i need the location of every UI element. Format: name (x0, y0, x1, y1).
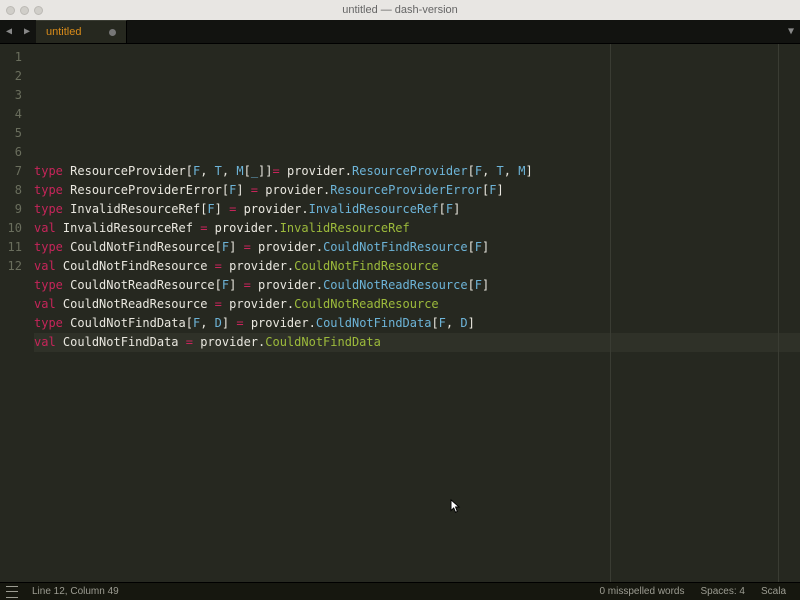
gutter-line: 1 (0, 48, 22, 67)
tab-untitled[interactable]: untitled (36, 20, 127, 43)
code-area[interactable]: type ResourceProvider[F, T, M[_]]= provi… (28, 44, 800, 582)
window-titlebar: untitled — dash-version (0, 0, 800, 20)
status-position[interactable]: Line 12, Column 49 (24, 586, 127, 597)
status-spaces[interactable]: Spaces: 4 (693, 586, 753, 597)
gutter-line: 8 (0, 181, 22, 200)
nav-back-icon[interactable]: ◀ (0, 20, 18, 43)
status-spellcheck[interactable]: 0 misspelled words (591, 586, 692, 597)
code-line[interactable]: val CouldNotFindData = provider.CouldNot… (34, 333, 800, 352)
gutter-line: 9 (0, 200, 22, 219)
code-line[interactable] (34, 143, 800, 162)
code-line[interactable]: type CouldNotFindData[F, D] = provider.C… (34, 314, 800, 333)
window-title: untitled — dash-version (342, 4, 458, 16)
gutter-line: 11 (0, 238, 22, 257)
tab-label: untitled (46, 26, 81, 38)
code-line[interactable]: type ResourceProviderError[F] = provider… (34, 181, 800, 200)
code-line[interactable]: val InvalidResourceRef = provider.Invali… (34, 219, 800, 238)
dirty-indicator-icon (109, 29, 116, 36)
code-line[interactable]: type CouldNotReadResource[F] = provider.… (34, 276, 800, 295)
gutter-line: 4 (0, 105, 22, 124)
close-dot[interactable] (6, 6, 15, 15)
editor[interactable]: 123456789101112 type ResourceProvider[F,… (0, 44, 800, 582)
maximize-dot[interactable] (34, 6, 43, 15)
code-line[interactable]: val CouldNotReadResource = provider.Coul… (34, 295, 800, 314)
status-bar: Line 12, Column 49 0 misspelled words Sp… (0, 582, 800, 600)
gutter: 123456789101112 (0, 44, 28, 582)
tab-bar: ◀ ▶ untitled ▼ (0, 20, 800, 44)
gutter-line: 6 (0, 143, 22, 162)
code-line[interactable]: type CouldNotFindResource[F] = provider.… (34, 238, 800, 257)
traffic-lights (6, 6, 43, 15)
gutter-line: 12 (0, 257, 22, 276)
gutter-line: 5 (0, 124, 22, 143)
gutter-line: 10 (0, 219, 22, 238)
gutter-line: 2 (0, 67, 22, 86)
code-line[interactable]: type ResourceProvider[F, T, M[_]]= provi… (34, 162, 800, 181)
ruler-2 (778, 44, 779, 582)
code-line[interactable]: val CouldNotFindResource = provider.Coul… (34, 257, 800, 276)
gutter-line: 7 (0, 162, 22, 181)
gutter-line: 3 (0, 86, 22, 105)
nav-forward-icon[interactable]: ▶ (18, 20, 36, 43)
tabbar-spacer (127, 20, 782, 43)
tabs-dropdown-icon[interactable]: ▼ (782, 20, 800, 43)
status-language[interactable]: Scala (753, 586, 794, 597)
minimize-dot[interactable] (20, 6, 29, 15)
menu-icon[interactable] (6, 586, 18, 598)
ruler-1 (610, 44, 611, 582)
code-line[interactable] (34, 124, 800, 143)
code-line[interactable]: type InvalidResourceRef[F] = provider.In… (34, 200, 800, 219)
